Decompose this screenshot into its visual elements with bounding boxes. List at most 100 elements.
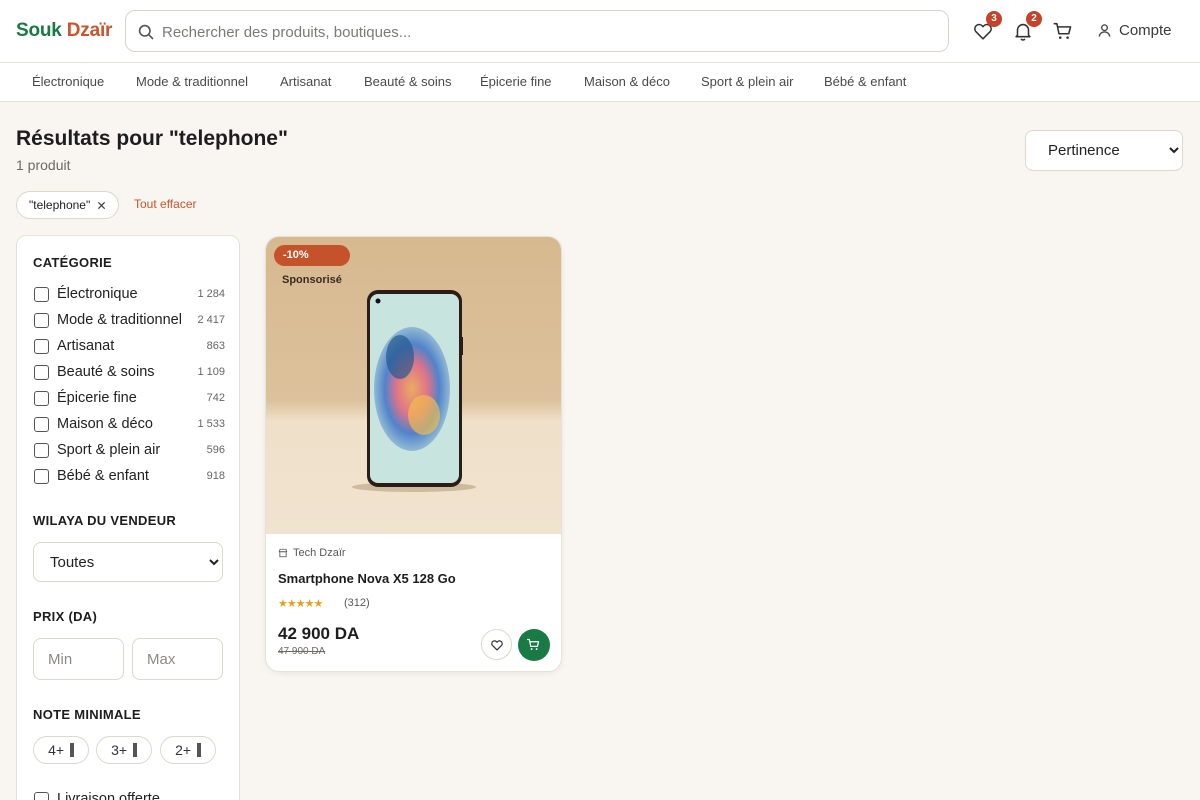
search-icon — [138, 24, 154, 40]
category-checkbox[interactable] — [34, 417, 49, 432]
product-price: 42 900 DA — [278, 624, 360, 643]
active-filter-label: "telephone" — [29, 198, 91, 212]
top-header: Souk Dzaïr 3 2 Compte — [0, 0, 1200, 63]
product-seller[interactable]: Tech Dzaïr — [278, 547, 346, 559]
sort-select[interactable]: Pertinence — [1025, 130, 1183, 171]
account-button[interactable]: Compte — [1097, 22, 1172, 39]
discount-badge: -10% — [274, 245, 350, 266]
category-filter-count: 1 284 — [197, 288, 225, 300]
rating-option-4plus[interactable]: 4+ — [33, 736, 89, 764]
brand-name-part1: Souk — [16, 20, 62, 41]
wishlist-count-badge: 3 — [986, 11, 1002, 27]
rating-filter-title: NOTE MINIMALE — [33, 707, 141, 722]
price-min-input[interactable] — [33, 638, 124, 680]
category-checkbox[interactable] — [34, 287, 49, 302]
category-filter-row[interactable]: Électronique 1 284 — [33, 285, 225, 305]
category-checkbox[interactable] — [34, 365, 49, 380]
category-checkbox[interactable] — [34, 313, 49, 328]
price-filter-title: PRIX (DA) — [33, 609, 98, 624]
rating-option-label: 4+ — [48, 742, 65, 758]
rating-option-2plus[interactable]: 2+ — [160, 736, 216, 764]
category-filter-label: Sport & plein air — [57, 442, 161, 458]
category-filter-row[interactable]: Bébé & enfant 918 — [33, 467, 225, 487]
rating-mark — [69, 743, 74, 757]
close-icon[interactable] — [97, 201, 106, 210]
nav-item-artisanat[interactable]: Artisanat — [280, 74, 331, 89]
rating-option-label: 2+ — [175, 742, 192, 758]
notifications-button[interactable]: 2 — [1012, 11, 1042, 42]
free-delivery-label: Livraison offerte — [57, 791, 160, 800]
add-to-wishlist-button[interactable] — [481, 629, 512, 660]
results-title: Résultats pour "telephone" — [16, 127, 288, 150]
add-to-cart-button[interactable] — [518, 629, 550, 661]
category-nav: Électronique Mode & traditionnel Artisan… — [0, 63, 1200, 102]
wilaya-select[interactable]: Toutes — [33, 542, 223, 582]
brand-logo[interactable]: Souk Dzaïr — [16, 20, 112, 42]
category-filter-row[interactable]: Épicerie fine 742 — [33, 389, 225, 409]
category-checkbox[interactable] — [34, 443, 49, 458]
rating-stars: ★★★★★ — [278, 598, 323, 610]
search-input[interactable] — [162, 20, 922, 44]
category-filter-row[interactable]: Maison & déco 1 533 — [33, 415, 225, 435]
clear-all-filters-link[interactable]: Tout effacer — [134, 197, 196, 211]
category-filter-count: 742 — [206, 392, 225, 404]
nav-item-bebe[interactable]: Bébé & enfant — [824, 74, 906, 89]
category-filter-count: 2 417 — [197, 314, 225, 326]
nav-item-maison[interactable]: Maison & déco — [584, 74, 670, 89]
brand-name-part2: Dzaïr — [66, 20, 113, 41]
category-filter-row[interactable]: Beauté & soins 1 109 — [33, 363, 225, 383]
nav-item-mode[interactable]: Mode & traditionnel — [136, 74, 248, 89]
category-filter-label: Beauté & soins — [57, 364, 155, 380]
product-old-price: 47 900 DA — [278, 646, 326, 657]
nav-item-epicerie[interactable]: Épicerie fine — [480, 74, 552, 89]
product-image[interactable]: -10% Sponsorisé — [266, 237, 561, 534]
price-max-input[interactable] — [132, 638, 223, 680]
account-label: Compte — [1119, 22, 1172, 39]
category-filter-count: 918 — [206, 470, 225, 482]
store-icon — [278, 548, 288, 558]
category-filter-count: 1 109 — [197, 366, 225, 378]
category-filter-title: CATÉGORIE — [33, 255, 113, 270]
free-delivery-checkbox[interactable] — [34, 792, 49, 800]
category-filter-label: Bébé & enfant — [57, 468, 149, 484]
rating-option-label: 3+ — [111, 742, 128, 758]
cart-icon — [526, 638, 540, 650]
free-delivery-filter[interactable]: Livraison offerte — [33, 790, 233, 800]
results-count: 1 produit — [16, 157, 71, 173]
rating-mark — [132, 743, 137, 757]
seller-name: Tech Dzaïr — [293, 547, 346, 559]
category-checkbox[interactable] — [34, 469, 49, 484]
category-filter-label: Artisanat — [57, 338, 115, 354]
rating-option-3plus[interactable]: 3+ — [96, 736, 152, 764]
active-filter-chip[interactable]: "telephone" — [16, 191, 120, 219]
nav-item-sport[interactable]: Sport & plein air — [701, 74, 794, 89]
notifications-count-badge: 2 — [1026, 11, 1042, 27]
search-bar[interactable] — [125, 10, 949, 52]
sponsored-label: Sponsorisé — [282, 274, 342, 286]
category-filter-row[interactable]: Mode & traditionnel 2 417 — [33, 311, 225, 331]
filters-sidebar: CATÉGORIE Électronique 1 284 Mode & trad… — [16, 235, 240, 800]
wishlist-button[interactable]: 3 — [972, 11, 1002, 42]
rating-mark — [196, 743, 201, 757]
product-name[interactable]: Smartphone Nova X5 128 Go — [278, 571, 456, 586]
nav-item-beaute[interactable]: Beauté & soins — [364, 74, 451, 89]
cart-icon — [1053, 22, 1072, 39]
category-filter-count: 1 533 — [197, 418, 225, 430]
category-filter-row[interactable]: Sport & plein air 596 — [33, 441, 225, 461]
category-checkbox[interactable] — [34, 339, 49, 354]
product-card[interactable]: -10% Sponsorisé Tech Dzaïr Smartphone No… — [265, 236, 562, 672]
category-filter-label: Maison & déco — [57, 416, 153, 432]
category-filter-count: 863 — [206, 340, 225, 352]
category-filter-count: 596 — [206, 444, 225, 456]
cart-button[interactable] — [1052, 20, 1074, 42]
nav-item-electronique[interactable]: Électronique — [32, 74, 104, 89]
wilaya-filter-title: WILAYA DU VENDEUR — [33, 513, 177, 528]
category-filter-label: Électronique — [57, 286, 138, 302]
user-icon — [1098, 24, 1111, 37]
heart-icon — [491, 640, 503, 651]
category-filter-label: Épicerie fine — [57, 390, 137, 406]
category-filter-label: Mode & traditionnel — [57, 312, 182, 328]
category-filter-row[interactable]: Artisanat 863 — [33, 337, 225, 357]
review-count: (312) — [344, 597, 370, 609]
category-checkbox[interactable] — [34, 391, 49, 406]
